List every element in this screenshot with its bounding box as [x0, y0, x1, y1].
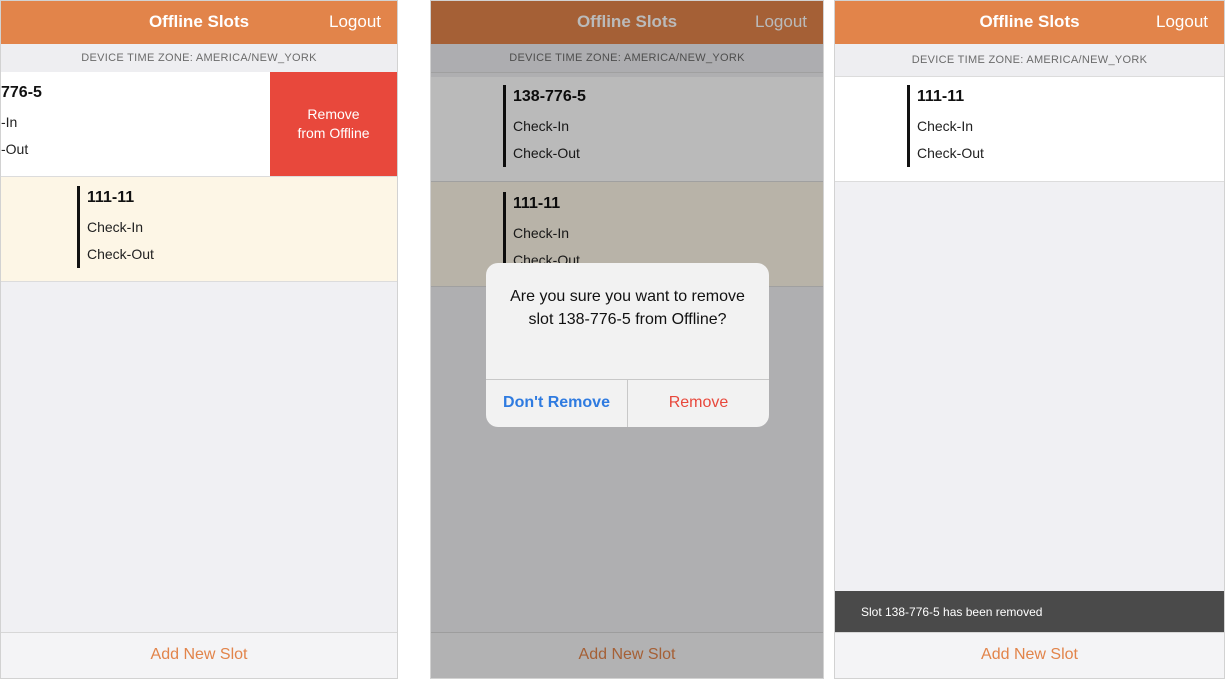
check-in-label: Check-In — [917, 118, 974, 134]
slot-row-138-776-5[interactable]: 776-5 -In -Out Remove from Offline — [1, 72, 397, 177]
timezone-label: DEVICE TIME ZONE: AMERICA/NEW_YORK — [835, 44, 1224, 77]
logout-button[interactable]: Logout — [329, 12, 381, 32]
check-in-label: Check-In — [87, 219, 144, 235]
timezone-label: DEVICE TIME ZONE: AMERICA/NEW_YORK — [1, 44, 397, 73]
dialog-actions: Don't Remove Remove — [486, 379, 769, 427]
remove-button-line2: from Offline — [297, 125, 370, 141]
removed-toast: Slot 138-776-5 has been removed — [835, 591, 1224, 633]
dont-remove-button[interactable]: Don't Remove — [486, 380, 628, 427]
add-new-slot-button[interactable]: Add New Slot — [1, 632, 397, 678]
screen-confirm-remove: Offline Slots Logout DEVICE TIME ZONE: A… — [430, 0, 824, 679]
add-new-slot-button[interactable]: Add New Slot — [835, 632, 1224, 678]
slot-row-111-11[interactable]: 111-11 Check-In Check-Out — [1, 177, 397, 282]
slot-info: 111-11 Check-In Check-Out — [77, 186, 154, 268]
slot-id: 111-11 — [917, 88, 965, 105]
slot-id: 776-5 — [1, 84, 42, 101]
slot-id: 111-11 — [87, 189, 135, 206]
logout-button[interactable]: Logout — [1156, 12, 1208, 32]
dialog-message: Are you sure you want to remove slot 138… — [510, 288, 745, 328]
slot-info: 111-11 Check-In Check-Out — [907, 85, 984, 167]
nav-bar: Offline Slots Logout — [835, 1, 1224, 44]
slot-info: 776-5 -In -Out — [1, 81, 42, 163]
remove-button[interactable]: Remove — [628, 380, 769, 427]
check-out-label: -Out — [1, 141, 29, 157]
remove-from-offline-button[interactable]: Remove from Offline — [270, 72, 397, 176]
nav-bar: Offline Slots Logout — [1, 1, 397, 44]
screen-swipe-to-remove: Offline Slots Logout DEVICE TIME ZONE: A… — [0, 0, 398, 679]
check-out-label: Check-Out — [917, 145, 984, 161]
remove-button-line1: Remove — [307, 106, 360, 122]
screen-slot-removed: Offline Slots Logout DEVICE TIME ZONE: A… — [834, 0, 1225, 679]
slot-row-111-11[interactable]: 111-11 Check-In Check-Out — [835, 77, 1224, 182]
check-in-label: -In — [1, 114, 18, 130]
check-out-label: Check-Out — [87, 246, 154, 262]
confirm-remove-dialog: Are you sure you want to remove slot 138… — [486, 263, 769, 427]
